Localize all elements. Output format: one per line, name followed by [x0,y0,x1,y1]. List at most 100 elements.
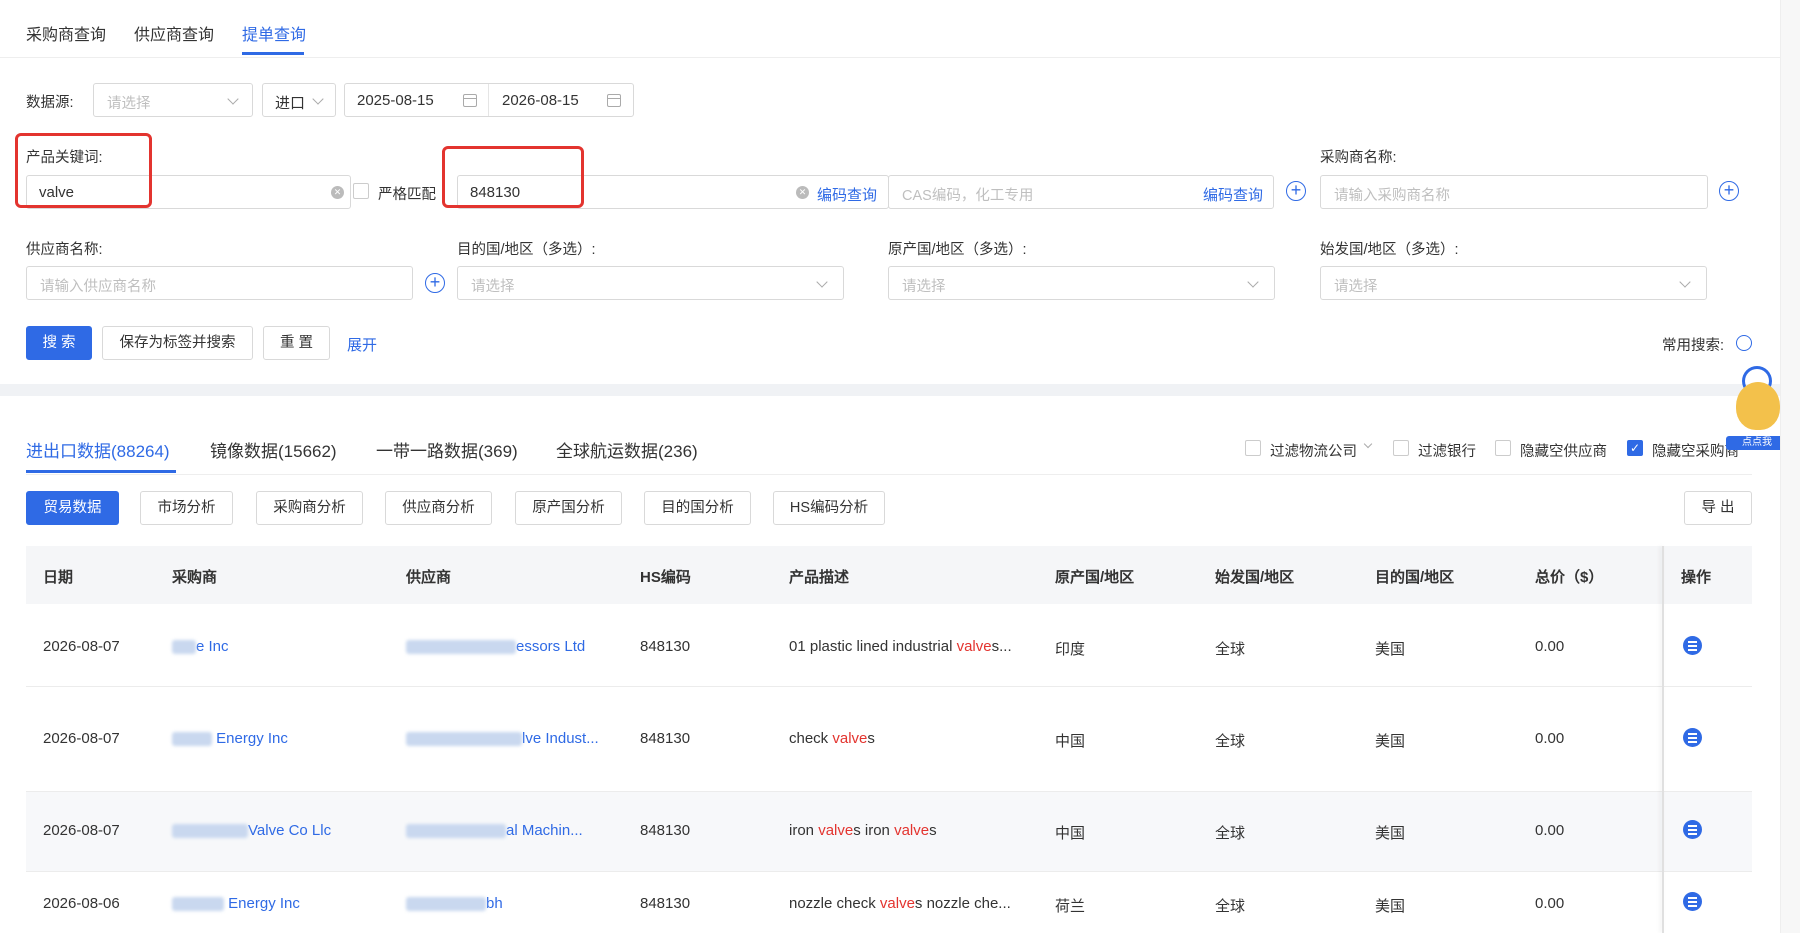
supplier-name: essors Ltd [516,638,586,655]
table-row[interactable]: 2026-08-06 Energy Inc bh 848130 nozzle c… [26,872,1752,933]
cell-total: 0.00 [1535,895,1565,912]
mascot-label: 点点我 [1726,436,1788,450]
cell-total: 0.00 [1535,638,1565,655]
subtab-buyer-analysis[interactable]: 采购商分析 [256,491,363,525]
tab-bill-query[interactable]: 提单查询 [242,21,306,45]
subtab-hs-analysis[interactable]: HS编码分析 [773,491,885,525]
filter-logistics-checkbox[interactable] [1245,440,1261,456]
desc-text: s [867,730,875,747]
mascot-body [1736,382,1780,430]
supplier-name: lve Indust... [522,730,599,747]
redacted [406,897,486,912]
cas-code-input[interactable]: CAS编码，化工专用 编码查询 [888,175,1274,209]
cell-depart: 全球 [1215,641,1246,658]
redacted [172,732,212,747]
chevron-down-icon[interactable] [1363,439,1373,449]
cell-buyer[interactable]: e Inc [172,638,229,655]
table-row[interactable]: 2026-08-07 Valve Co Llc al Machin... 848… [26,792,1752,872]
origin-placeholder: 请选择 [902,279,946,295]
calendar-icon [463,94,477,107]
date-end[interactable]: 2026-08-15 [502,92,579,109]
desc-highlight: valve [956,638,992,655]
desc-highlight: valve [832,730,868,747]
cell-buyer[interactable]: Energy Inc [172,730,288,747]
direction-select[interactable]: 进口 [262,83,336,117]
cell-buyer[interactable]: Valve Co Llc [172,822,331,839]
desc-highlight: valve [879,895,915,912]
detail-list-icon[interactable] [1683,820,1702,839]
desc-text: s iron [853,822,895,839]
clear-icon[interactable]: ✕ [331,186,344,199]
chevron-down-icon [1247,276,1259,288]
origin-select[interactable]: 请选择 [888,266,1275,300]
filter-bank-checkbox[interactable] [1393,440,1409,456]
tab-global-shipping[interactable]: 全球航运数据(236) [556,437,698,462]
hs-code-query-link[interactable]: 编码查询 [817,184,877,205]
buyer-name: Energy Inc [216,730,288,747]
datasource-select[interactable]: 请选择 [93,83,253,117]
cell-supplier[interactable]: lve Indust... [406,730,599,747]
clear-icon[interactable]: ✕ [796,186,809,199]
chevron-circle-icon[interactable] [1736,335,1752,351]
fixed-column-shadow [1662,546,1664,933]
tab-supplier-query[interactable]: 供应商查询 [134,21,214,45]
cas-code-query-link[interactable]: 编码查询 [1203,184,1263,205]
redacted [172,640,196,655]
desc-text: s... [991,638,1012,655]
buyer-name: Energy Inc [228,895,300,912]
col-buyer: 采购商 [172,569,218,586]
subtab-market-analysis[interactable]: 市场分析 [140,491,233,525]
add-supplier-icon[interactable]: + [425,273,445,293]
supplier-name-input[interactable]: 请输入供应商名称 [26,266,413,300]
dest-select[interactable]: 请选择 [457,266,844,300]
cell-buyer[interactable]: Energy Inc [172,895,300,912]
add-buyer-icon[interactable]: + [1719,181,1739,201]
subtab-dest-analysis[interactable]: 目的国分析 [644,491,751,525]
search-button[interactable]: 搜 索 [26,326,92,360]
common-search-label[interactable]: 常用搜索: [1662,334,1724,355]
detail-list-icon[interactable] [1683,728,1702,747]
cell-supplier[interactable]: al Machin... [406,822,583,839]
hide-empty-buyer-checkbox[interactable]: ✓ [1627,440,1643,456]
cell-hs: 848130 [640,822,691,839]
add-condition-icon[interactable]: + [1286,181,1306,201]
strict-match-checkbox[interactable] [353,183,369,199]
expand-link[interactable]: 展开 [347,334,377,355]
reset-button[interactable]: 重 置 [263,326,330,360]
subtab-supplier-analysis[interactable]: 供应商分析 [385,491,492,525]
col-desc: 产品描述 [789,569,850,586]
cell-depart: 全球 [1215,733,1246,750]
tab-mirror[interactable]: 镜像数据(15662) [210,437,337,462]
origin-label: 原产国/地区（多选）: [888,242,1027,258]
hide-empty-supplier-checkbox[interactable] [1495,440,1511,456]
chevron-down-icon [816,276,828,288]
export-button[interactable]: 导 出 [1684,491,1752,525]
tab-buyer-query[interactable]: 采购商查询 [26,21,106,45]
subtab-origin-analysis[interactable]: 原产国分析 [515,491,622,525]
save-search-button[interactable]: 保存为标签并搜索 [102,326,253,360]
cell-dest: 美国 [1375,733,1406,750]
cell-supplier[interactable]: bh [406,895,503,912]
buyer-name-input[interactable]: 请输入采购商名称 [1320,175,1708,209]
desc-text: iron [789,822,819,839]
date-start[interactable]: 2025-08-15 [357,92,434,109]
table-row[interactable]: 2026-08-07 e Inc essors Ltd 848130 01 pl… [26,604,1752,687]
cell-dest: 美国 [1375,825,1406,842]
col-dest: 目的国/地区 [1375,569,1455,586]
cell-supplier[interactable]: essors Ltd [406,638,585,655]
page-scrollbar[interactable] [1780,0,1800,933]
date-range-picker[interactable]: 2025-08-15 2026-08-15 [344,83,634,117]
datasource-placeholder: 请选择 [107,96,151,112]
detail-list-icon[interactable] [1683,892,1702,911]
redacted [172,897,224,912]
cell-hs: 848130 [640,638,691,655]
depart-select[interactable]: 请选择 [1320,266,1707,300]
supplier-label: 供应商名称: [26,242,103,258]
tab-belt-road[interactable]: 一带一路数据(369) [376,437,518,462]
table-row[interactable]: 2026-08-07 Energy Inc lve Indust... 8481… [26,687,1752,792]
desc-text: s [929,822,937,839]
desc-highlight: valve [894,822,930,839]
tab-import-export[interactable]: 进出口数据(88264) [26,437,170,462]
detail-list-icon[interactable] [1683,636,1702,655]
subtab-trade-data[interactable]: 贸易数据 [26,491,119,525]
